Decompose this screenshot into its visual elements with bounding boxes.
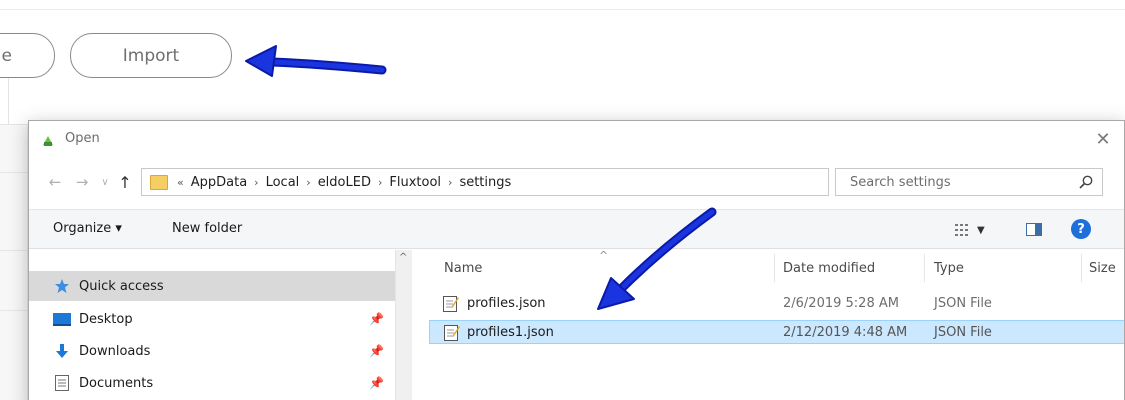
breadcrumb-item[interactable]: settings (455, 175, 515, 190)
file-name: profiles1.json (467, 325, 554, 340)
file-name: profiles.json (467, 296, 546, 311)
address-bar[interactable]: « AppData › Local › eldoLED › Fluxtool ›… (141, 168, 935, 196)
partial-button[interactable]: e (0, 33, 55, 78)
navigation-pane: Quick access Desktop 📌 Downloads 📌 Docum… (29, 250, 414, 400)
sort-ascending-icon: ^ (599, 249, 609, 262)
breadcrumb-item[interactable]: Fluxtool (385, 175, 445, 190)
nav-item-label: Downloads (79, 343, 151, 359)
forward-button[interactable]: → (72, 170, 92, 194)
nav-item-quick-access[interactable]: Quick access (29, 271, 395, 301)
import-button-label: Import (122, 45, 180, 66)
column-divider[interactable] (924, 254, 925, 282)
recent-locations-button[interactable]: ∨ (95, 170, 115, 194)
nav-item-label: Quick access (79, 278, 164, 294)
pin-icon[interactable]: 📌 (369, 376, 384, 390)
up-button[interactable]: ↑ (115, 170, 135, 194)
dialog-title: Open (65, 131, 100, 146)
json-file-icon (444, 325, 460, 341)
breadcrumb-separator[interactable]: › (303, 176, 313, 189)
document-icon (53, 375, 71, 391)
column-header-date-modified[interactable]: Date modified (783, 261, 875, 276)
change-view-button[interactable]: ▼ (955, 222, 995, 238)
help-icon: ? (1077, 221, 1085, 237)
pin-icon[interactable]: 📌 (369, 344, 384, 358)
preview-pane-button[interactable] (1026, 223, 1042, 236)
view-options-icon (955, 224, 968, 236)
command-bar: Organize ▾ New folder ▼ ? (29, 209, 1124, 249)
up-arrow-icon: ↑ (118, 172, 132, 192)
json-file-icon (443, 296, 459, 312)
help-button[interactable]: ? (1071, 219, 1091, 239)
file-type: JSON File (934, 296, 992, 311)
close-icon: ✕ (1095, 128, 1111, 150)
desktop-icon (53, 311, 71, 327)
search-input[interactable]: Search settings (835, 168, 1103, 196)
nav-item-label: Documents (79, 375, 154, 391)
file-date-modified: 2/6/2019 5:28 AM (783, 296, 899, 311)
new-folder-button[interactable]: New folder (172, 221, 242, 236)
partial-button-label: e (1, 45, 12, 66)
star-icon (53, 278, 71, 294)
column-divider[interactable] (1081, 254, 1082, 282)
folder-icon (150, 174, 168, 190)
chevron-down-icon: ▼ (977, 224, 985, 236)
app-left-panel-rowline (0, 250, 28, 251)
breadcrumb-item[interactable]: AppData (187, 175, 251, 190)
nav-item-downloads[interactable]: Downloads 📌 (29, 336, 395, 366)
app-left-panel (0, 125, 28, 400)
file-row[interactable]: profiles.json 2/6/2019 5:28 AM JSON File (429, 292, 1124, 316)
file-date-modified: 2/12/2019 4:48 AM (783, 325, 908, 340)
navigation-scrollbar[interactable]: ^ (395, 250, 412, 400)
breadcrumb-overflow[interactable]: « (174, 176, 187, 189)
pin-icon[interactable]: 📌 (369, 312, 384, 326)
file-row-selected[interactable]: profiles1.json 2/12/2019 4:48 AM JSON Fi… (429, 320, 1124, 344)
breadcrumb-separator[interactable]: › (445, 176, 455, 189)
column-divider[interactable] (774, 254, 775, 282)
download-icon (53, 343, 71, 359)
app-top-divider (0, 9, 1125, 10)
column-header-name[interactable]: Name (444, 261, 482, 276)
organize-menu[interactable]: Organize ▾ (53, 221, 122, 236)
import-button[interactable]: Import (70, 33, 232, 78)
back-button[interactable]: ← (45, 170, 65, 194)
forward-arrow-icon: → (75, 173, 89, 191)
back-arrow-icon: ← (48, 173, 62, 191)
file-type: JSON File (934, 325, 992, 340)
open-dialog: Open ✕ ← → ∨ ↑ « AppData › Local › eldoL… (28, 120, 1125, 400)
breadcrumb-separator[interactable]: › (375, 176, 385, 189)
app-left-panel-rowline (0, 310, 28, 311)
arrow-to-import (245, 45, 387, 77)
nav-item-documents[interactable]: Documents 📌 (29, 368, 395, 398)
app-left-panel-rowline (0, 172, 28, 173)
search-placeholder: Search settings (850, 174, 951, 190)
breadcrumb-separator[interactable]: › (251, 176, 261, 189)
column-header-size[interactable]: Size (1089, 261, 1116, 276)
nav-item-desktop[interactable]: Desktop 📌 (29, 304, 395, 334)
close-button[interactable]: ✕ (1090, 126, 1116, 152)
breadcrumb-item[interactable]: eldoLED (314, 175, 375, 190)
chevron-down-icon: ∨ (101, 176, 109, 188)
breadcrumb-item[interactable]: Local (262, 175, 304, 190)
address-row: ← → ∨ ↑ « AppData › Local › eldoLED › Fl… (29, 168, 1124, 196)
open-dialog-icon (43, 136, 53, 146)
scroll-up-icon[interactable]: ^ (399, 252, 407, 263)
search-icon (1079, 175, 1093, 189)
column-header-type[interactable]: Type (934, 261, 964, 276)
nav-item-label: Desktop (79, 311, 133, 327)
dialog-title-bar: Open ✕ (29, 121, 1124, 157)
